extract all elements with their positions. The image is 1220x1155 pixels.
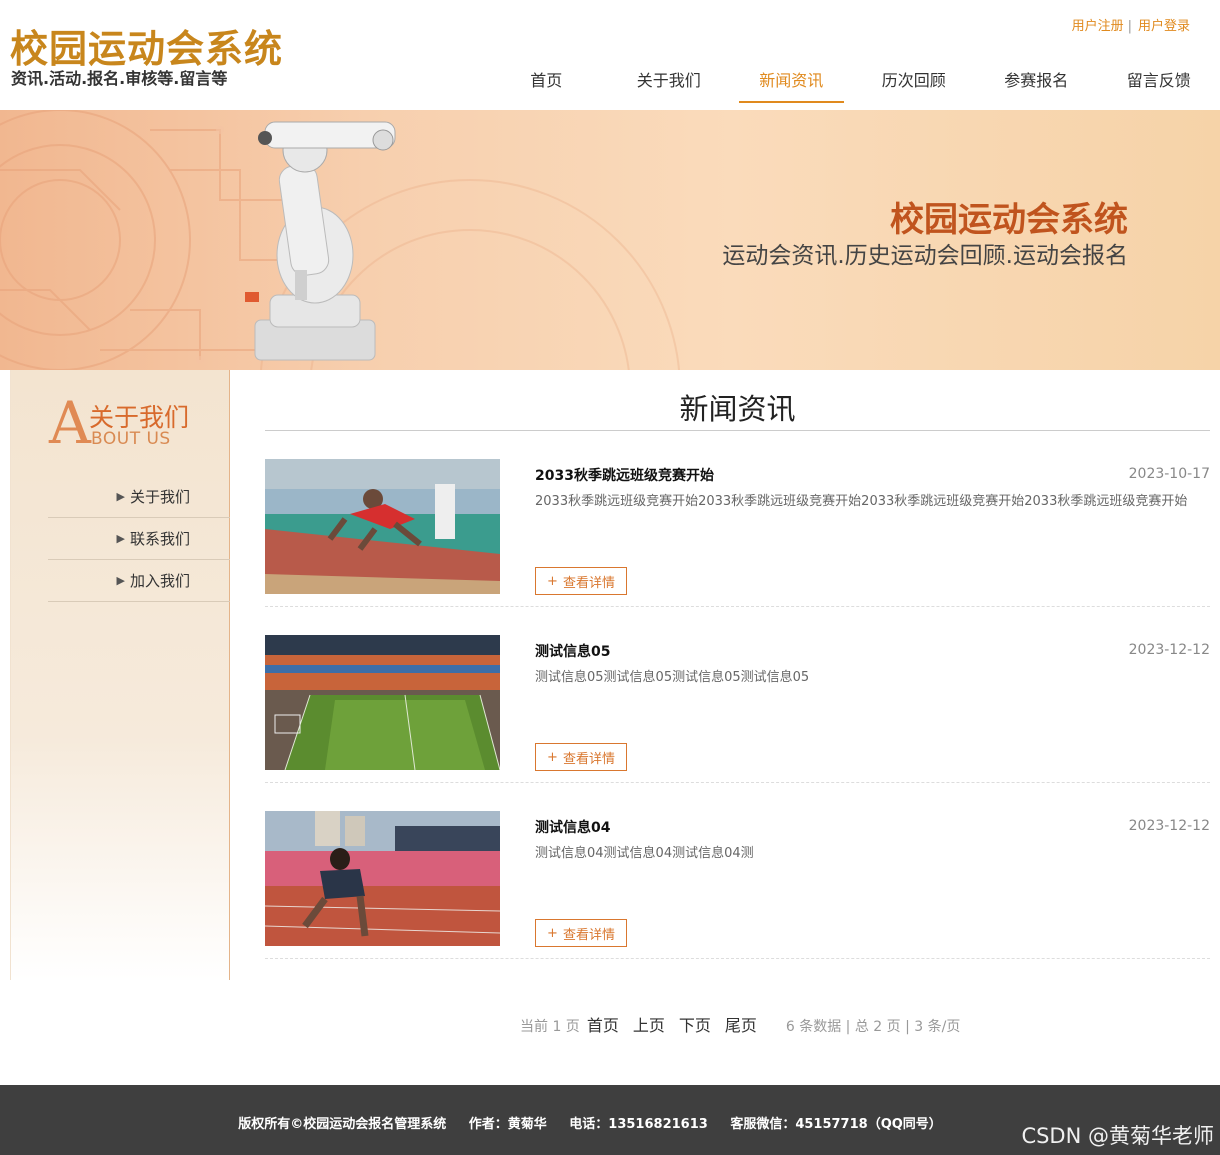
pager-prev[interactable]: 上页: [633, 1012, 665, 1036]
plus-icon: +: [547, 925, 558, 941]
site-subtitle: 资讯.活动.报名.审核等.留言等: [11, 69, 228, 88]
view-details-button[interactable]: + 查看详情: [535, 743, 627, 771]
news-date: 2023-12-12: [1128, 642, 1210, 658]
nav-news[interactable]: 新闻资讯: [730, 62, 853, 104]
footer-author: 作者：黄菊华: [468, 1117, 547, 1132]
register-link[interactable]: 用户注册: [1072, 19, 1124, 34]
robot-arm-image: [245, 121, 396, 361]
news-item: 测试信息05 2023-12-12 测试信息05测试信息05测试信息05测试信息…: [265, 607, 1210, 783]
sidebar: A 关于我们 BOUT US ▶ 关于我们 ▶ 联系我们 ▶ 加入我们: [10, 370, 230, 980]
sidebar-item-label: 联系我们: [129, 530, 190, 548]
nav-history[interactable]: 历次回顾: [853, 62, 976, 104]
arrow-right-icon: ▶: [116, 574, 125, 587]
page-title: 新闻资讯: [265, 370, 1210, 431]
news-thumbnail-sprint[interactable]: [265, 811, 500, 946]
user-links: 用户注册 | 用户登录: [1072, 15, 1190, 34]
news-title[interactable]: 测试信息05: [535, 641, 610, 661]
news-item: 测试信息04 2023-12-12 测试信息04测试信息04测试信息04测 + …: [265, 783, 1210, 959]
view-details-label: 查看详情: [562, 927, 615, 943]
news-title[interactable]: 测试信息04: [535, 817, 610, 837]
news-thumbnail-stadium[interactable]: [265, 635, 500, 770]
pager-first[interactable]: 首页: [587, 1012, 619, 1036]
news-thumbnail-longjump[interactable]: [265, 459, 500, 594]
news-date: 2023-10-17: [1128, 466, 1210, 482]
pagination: 当前 1 页 首页 上页 下页 尾页 6 条数据 | 总 2 页 | 3 条/页: [520, 1012, 960, 1036]
current-page-label: 当前 1 页: [520, 1019, 580, 1035]
sidebar-item-about[interactable]: ▶ 关于我们: [48, 476, 230, 518]
news-title[interactable]: 2033秋季跳远班级竞赛开始: [535, 465, 714, 485]
nav-about[interactable]: 关于我们: [608, 62, 731, 104]
nav-home[interactable]: 首页: [485, 62, 608, 104]
nav-signup[interactable]: 参赛报名: [975, 62, 1098, 104]
pager-next[interactable]: 下页: [679, 1012, 711, 1036]
plus-icon: +: [547, 573, 558, 589]
banner-title: 校园运动会系统: [890, 200, 1128, 240]
sidebar-heading: A 关于我们 BOUT US: [49, 389, 219, 457]
sidebar-item-join[interactable]: ▶ 加入我们: [48, 560, 230, 602]
main-nav: 首页 关于我们 新闻资讯 历次回顾 参赛报名 留言反馈: [485, 62, 1220, 104]
hero-banner: 校园运动会系统 运动会资讯.历史运动会回顾.运动会报名: [0, 110, 1220, 370]
arrow-right-icon: ▶: [116, 490, 125, 503]
news-description: 2033秋季跳远班级竞赛开始2033秋季跳远班级竞赛开始2033秋季跳远班级竞赛…: [535, 494, 1188, 509]
plus-icon: +: [547, 749, 558, 765]
footer-phone: 电话：13516821613: [569, 1117, 708, 1132]
csdn-watermark: CSDN @黄菊华老师: [1021, 1124, 1214, 1148]
footer-copyright: 版权所有©校园运动会报名管理系统: [238, 1117, 447, 1132]
news-description: 测试信息05测试信息05测试信息05测试信息05: [535, 670, 810, 685]
view-details-label: 查看详情: [562, 751, 615, 767]
nav-feedback[interactable]: 留言反馈: [1098, 62, 1220, 104]
about-letter: A: [49, 389, 91, 457]
news-description: 测试信息04测试信息04测试信息04测: [535, 846, 754, 861]
sidebar-item-label: 关于我们: [129, 488, 190, 506]
arrow-right-icon: ▶: [116, 532, 125, 545]
banner-subtitle: 运动会资讯.历史运动会回顾.运动会报名: [722, 243, 1128, 269]
sidebar-item-label: 加入我们: [129, 572, 190, 590]
pager-last[interactable]: 尾页: [725, 1012, 757, 1036]
pager-summary: 6 条数据 | 总 2 页 | 3 条/页: [785, 1019, 961, 1035]
sidebar-menu: ▶ 关于我们 ▶ 联系我们 ▶ 加入我们: [48, 476, 230, 602]
sidebar-item-contact[interactable]: ▶ 联系我们: [48, 518, 230, 560]
footer-wechat: 客服微信：45157718（QQ同号）: [730, 1117, 942, 1132]
view-details-button[interactable]: + 查看详情: [535, 919, 627, 947]
link-separator: |: [1127, 19, 1132, 34]
main-content: 新闻资讯 2033秋季跳远班级竞赛开始 2023-10-17 2033秋季跳远班…: [265, 370, 1210, 959]
login-link[interactable]: 用户登录: [1138, 19, 1190, 34]
news-date: 2023-12-12: [1128, 818, 1210, 834]
view-details-button[interactable]: + 查看详情: [535, 567, 627, 595]
news-item: 2033秋季跳远班级竞赛开始 2023-10-17 2033秋季跳远班级竞赛开始…: [265, 431, 1210, 607]
about-title-en: BOUT US: [91, 429, 171, 449]
view-details-label: 查看详情: [562, 575, 615, 591]
header: 校园运动会系统 资讯.活动.报名.审核等.留言等 用户注册 | 用户登录 首页 关于…: [0, 0, 1220, 110]
